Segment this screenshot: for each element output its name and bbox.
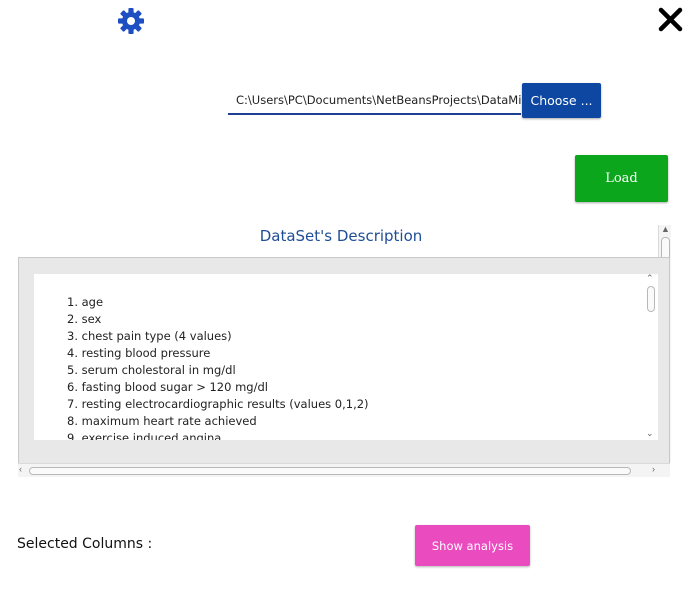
file-path-field[interactable] <box>228 86 521 115</box>
list-item: 3. chest pain type (4 values) <box>67 329 232 343</box>
scroll-right-arrow-icon[interactable]: › <box>652 465 655 474</box>
selected-columns-label: Selected Columns : <box>17 536 153 552</box>
scroll-down-arrow-icon[interactable]: ⌄ <box>646 429 654 438</box>
scrollbar-thumb[interactable] <box>647 286 655 312</box>
list-item: 1. age <box>67 295 104 309</box>
attribute-list: 1. age 2. sex 3. chest pain type (4 valu… <box>34 274 644 440</box>
scroll-up-arrow-icon[interactable]: ▲ <box>661 225 670 234</box>
description-title: DataSet's Description <box>259 227 423 245</box>
list-item: 5. serum cholestoral in mg/dl <box>67 363 236 377</box>
list-item: 9. exercise induced angina <box>67 431 222 440</box>
scroll-left-arrow-icon[interactable]: ‹ <box>19 465 22 474</box>
list-item: 8. maximum heart rate achieved <box>67 414 257 428</box>
list-item: 2. sex <box>67 312 102 326</box>
list-item: 7. resting electrocardiographic results … <box>67 397 369 411</box>
list-item: 4. resting blood pressure <box>67 346 211 360</box>
text-vertical-scrollbar[interactable]: ⌃ ⌄ <box>644 274 658 440</box>
scroll-up-arrow-icon[interactable]: ⌃ <box>646 274 654 283</box>
show-analysis-button[interactable]: Show analysis <box>415 525 530 566</box>
description-text-area[interactable]: 1. age 2. sex 3. chest pain type (4 valu… <box>34 274 644 440</box>
choose-button[interactable]: Choose ... <box>522 83 601 118</box>
close-icon[interactable] <box>657 6 684 33</box>
scrollbar-thumb[interactable] <box>29 467 631 475</box>
list-item: 6. fasting blood sugar > 120 mg/dl <box>67 380 268 394</box>
gear-icon[interactable] <box>117 7 145 35</box>
horizontal-scrollbar[interactable]: ‹ › <box>18 463 670 477</box>
load-button[interactable]: Load <box>575 155 668 202</box>
